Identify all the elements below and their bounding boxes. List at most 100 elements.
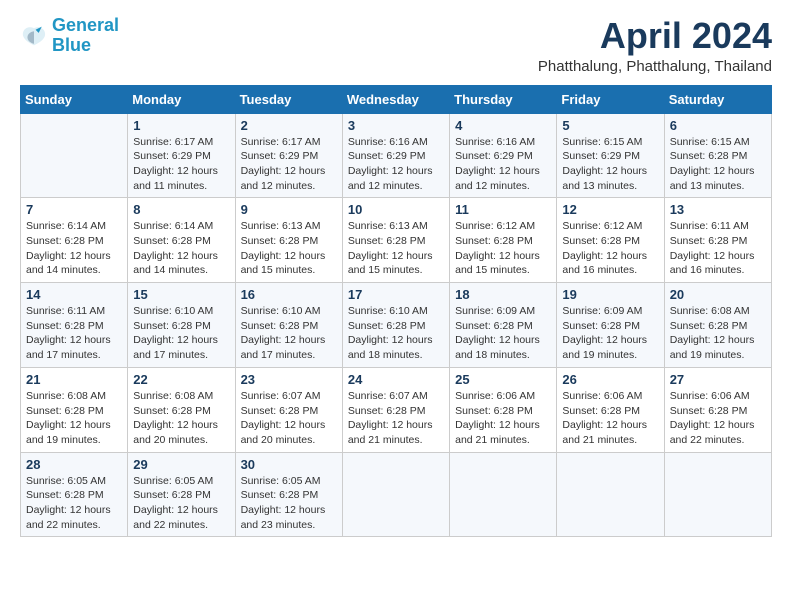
day-number: 4 <box>455 118 551 133</box>
calendar-cell: 25 Sunrise: 6:06 AM Sunset: 6:28 PM Dayli… <box>450 367 557 452</box>
calendar-cell: 14 Sunrise: 6:11 AM Sunset: 6:28 PM Dayli… <box>21 283 128 368</box>
day-number: 8 <box>133 202 229 217</box>
day-info: Sunrise: 6:14 AM Sunset: 6:28 PM Dayligh… <box>26 219 122 278</box>
calendar-header-row: Sunday Monday Tuesday Wednesday Thursday… <box>21 85 772 113</box>
day-info: Sunrise: 6:15 AM Sunset: 6:29 PM Dayligh… <box>562 135 658 194</box>
day-info: Sunrise: 6:10 AM Sunset: 6:28 PM Dayligh… <box>241 304 337 363</box>
col-saturday: Saturday <box>664 85 771 113</box>
calendar-cell: 30 Sunrise: 6:05 AM Sunset: 6:28 PM Dayli… <box>235 452 342 537</box>
calendar-cell: 10Sunrise: 6:13 AM Sunset: 6:28 PM Dayli… <box>342 198 449 283</box>
day-number: 2 <box>241 118 337 133</box>
col-wednesday: Wednesday <box>342 85 449 113</box>
calendar-cell: 20 Sunrise: 6:08 AM Sunset: 6:28 PM Dayli… <box>664 283 771 368</box>
day-info: Sunrise: 6:15 AM Sunset: 6:28 PM Dayligh… <box>670 135 766 194</box>
calendar-cell: 13 Sunrise: 6:11 AM Sunset: 6:28 PM Dayli… <box>664 198 771 283</box>
logo-text: General <box>52 16 119 36</box>
calendar-cell: 29 Sunrise: 6:05 AM Sunset: 6:28 PM Dayli… <box>128 452 235 537</box>
logo-bird-icon <box>20 22 48 50</box>
day-info: Sunrise: 6:14 AM Sunset: 6:28 PM Dayligh… <box>133 219 229 278</box>
calendar-cell: 12 Sunrise: 6:12 AM Sunset: 6:28 PM Dayli… <box>557 198 664 283</box>
calendar-cell: 2 Sunrise: 6:17 AM Sunset: 6:29 PM Daylig… <box>235 113 342 198</box>
day-number: 26 <box>562 372 658 387</box>
day-info: Sunrise: 6:13 AM Sunset: 6:28 PM Dayligh… <box>348 219 444 278</box>
calendar-cell <box>557 452 664 537</box>
day-info: Sunrise: 6:17 AM Sunset: 6:29 PM Dayligh… <box>241 135 337 194</box>
calendar-cell: 22 Sunrise: 6:08 AM Sunset: 6:28 PM Dayli… <box>128 367 235 452</box>
day-number: 15 <box>133 287 229 302</box>
day-number: 3 <box>348 118 444 133</box>
day-info: Sunrise: 6:13 AM Sunset: 6:28 PM Dayligh… <box>241 219 337 278</box>
col-tuesday: Tuesday <box>235 85 342 113</box>
calendar-week-1: 1Sunrise: 6:17 AM Sunset: 6:29 PM Daylig… <box>21 113 772 198</box>
calendar-cell: 16Sunrise: 6:10 AM Sunset: 6:28 PM Dayli… <box>235 283 342 368</box>
calendar-cell: 8 Sunrise: 6:14 AM Sunset: 6:28 PM Daylig… <box>128 198 235 283</box>
calendar-cell: 28 Sunrise: 6:05 AM Sunset: 6:28 PM Dayli… <box>21 452 128 537</box>
calendar-cell <box>664 452 771 537</box>
day-number: 20 <box>670 287 766 302</box>
day-number: 12 <box>562 202 658 217</box>
day-info: Sunrise: 6:11 AM Sunset: 6:28 PM Dayligh… <box>670 219 766 278</box>
col-sunday: Sunday <box>21 85 128 113</box>
calendar-week-3: 14 Sunrise: 6:11 AM Sunset: 6:28 PM Dayli… <box>21 283 772 368</box>
day-number: 23 <box>241 372 337 387</box>
calendar-cell: 21 Sunrise: 6:08 AM Sunset: 6:28 PM Dayli… <box>21 367 128 452</box>
calendar-cell: 27 Sunrise: 6:06 AM Sunset: 6:28 PM Dayli… <box>664 367 771 452</box>
day-info: Sunrise: 6:05 AM Sunset: 6:28 PM Dayligh… <box>133 474 229 533</box>
day-number: 25 <box>455 372 551 387</box>
day-info: Sunrise: 6:09 AM Sunset: 6:28 PM Dayligh… <box>455 304 551 363</box>
calendar-cell: 15 Sunrise: 6:10 AM Sunset: 6:28 PM Dayli… <box>128 283 235 368</box>
calendar-cell: 4Sunrise: 6:16 AM Sunset: 6:29 PM Daylig… <box>450 113 557 198</box>
page-header: General Blue April 2024 Phatthalung, Pha… <box>20 16 772 75</box>
day-number: 13 <box>670 202 766 217</box>
day-number: 9 <box>241 202 337 217</box>
logo: General Blue <box>20 16 119 56</box>
calendar-cell: 26 Sunrise: 6:06 AM Sunset: 6:28 PM Dayli… <box>557 367 664 452</box>
day-info: Sunrise: 6:17 AM Sunset: 6:29 PM Dayligh… <box>133 135 229 194</box>
day-number: 6 <box>670 118 766 133</box>
day-number: 30 <box>241 457 337 472</box>
calendar-cell: 24 Sunrise: 6:07 AM Sunset: 6:28 PM Dayli… <box>342 367 449 452</box>
col-friday: Friday <box>557 85 664 113</box>
day-info: Sunrise: 6:05 AM Sunset: 6:28 PM Dayligh… <box>241 474 337 533</box>
col-thursday: Thursday <box>450 85 557 113</box>
day-info: Sunrise: 6:10 AM Sunset: 6:28 PM Dayligh… <box>133 304 229 363</box>
calendar-cell <box>450 452 557 537</box>
calendar-cell: 17Sunrise: 6:10 AM Sunset: 6:28 PM Dayli… <box>342 283 449 368</box>
calendar-cell <box>342 452 449 537</box>
day-info: Sunrise: 6:06 AM Sunset: 6:28 PM Dayligh… <box>455 389 551 448</box>
day-number: 21 <box>26 372 122 387</box>
calendar-cell <box>21 113 128 198</box>
day-info: Sunrise: 6:09 AM Sunset: 6:28 PM Dayligh… <box>562 304 658 363</box>
day-info: Sunrise: 6:07 AM Sunset: 6:28 PM Dayligh… <box>348 389 444 448</box>
day-info: Sunrise: 6:08 AM Sunset: 6:28 PM Dayligh… <box>133 389 229 448</box>
day-info: Sunrise: 6:06 AM Sunset: 6:28 PM Dayligh… <box>562 389 658 448</box>
calendar-cell: 1Sunrise: 6:17 AM Sunset: 6:29 PM Daylig… <box>128 113 235 198</box>
day-number: 11 <box>455 202 551 217</box>
day-info: Sunrise: 6:10 AM Sunset: 6:28 PM Dayligh… <box>348 304 444 363</box>
calendar-cell: 7 Sunrise: 6:14 AM Sunset: 6:28 PM Daylig… <box>21 198 128 283</box>
day-number: 14 <box>26 287 122 302</box>
day-info: Sunrise: 6:05 AM Sunset: 6:28 PM Dayligh… <box>26 474 122 533</box>
day-number: 27 <box>670 372 766 387</box>
day-info: Sunrise: 6:08 AM Sunset: 6:28 PM Dayligh… <box>26 389 122 448</box>
location-title: Phatthalung, Phatthalung, Thailand <box>538 58 772 75</box>
day-number: 22 <box>133 372 229 387</box>
day-info: Sunrise: 6:16 AM Sunset: 6:29 PM Dayligh… <box>348 135 444 194</box>
day-info: Sunrise: 6:12 AM Sunset: 6:28 PM Dayligh… <box>455 219 551 278</box>
day-number: 18 <box>455 287 551 302</box>
day-info: Sunrise: 6:08 AM Sunset: 6:28 PM Dayligh… <box>670 304 766 363</box>
day-number: 29 <box>133 457 229 472</box>
day-info: Sunrise: 6:07 AM Sunset: 6:28 PM Dayligh… <box>241 389 337 448</box>
day-number: 7 <box>26 202 122 217</box>
title-block: April 2024 Phatthalung, Phatthalung, Tha… <box>538 16 772 75</box>
logo-text2: Blue <box>52 36 119 56</box>
day-info: Sunrise: 6:11 AM Sunset: 6:28 PM Dayligh… <box>26 304 122 363</box>
month-title: April 2024 <box>538 16 772 56</box>
day-info: Sunrise: 6:06 AM Sunset: 6:28 PM Dayligh… <box>670 389 766 448</box>
day-number: 24 <box>348 372 444 387</box>
day-info: Sunrise: 6:12 AM Sunset: 6:28 PM Dayligh… <box>562 219 658 278</box>
day-number: 28 <box>26 457 122 472</box>
col-monday: Monday <box>128 85 235 113</box>
calendar-cell: 11 Sunrise: 6:12 AM Sunset: 6:28 PM Dayli… <box>450 198 557 283</box>
day-number: 19 <box>562 287 658 302</box>
